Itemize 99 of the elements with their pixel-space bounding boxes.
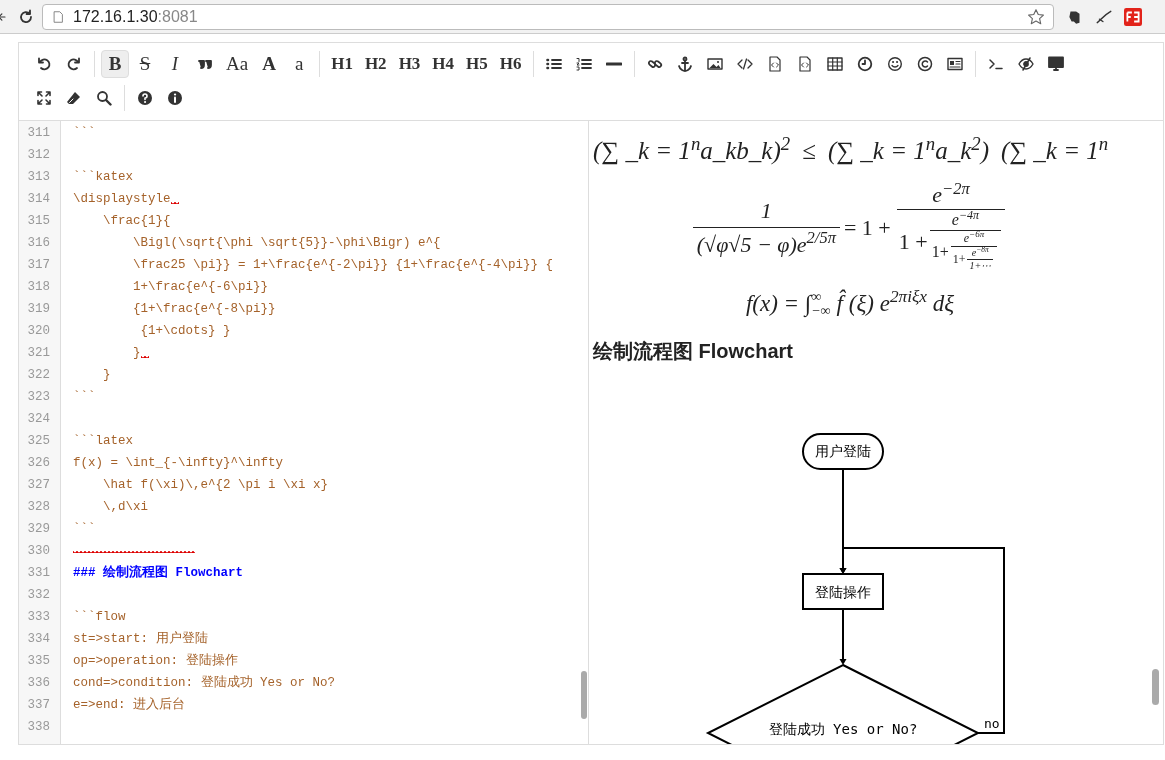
scrollbar-thumb[interactable] [581, 671, 587, 719]
line-number: 315 [26, 213, 51, 230]
scrollbar-thumb[interactable] [1152, 669, 1159, 705]
line-number: 328 [26, 499, 51, 516]
line-number: 313 [26, 169, 51, 186]
code-line: st=>start: 用户登陆 [73, 630, 208, 648]
line-number: 334 [26, 631, 51, 648]
file-code-icon [766, 56, 783, 72]
format-button[interactable]: S [131, 50, 159, 78]
code-line: ``` [73, 389, 96, 406]
heading-button[interactable]: H2 [359, 50, 392, 78]
code-line: ``` [73, 125, 96, 142]
code-line: {1+\cdots} } [139, 323, 231, 340]
line-number: 316 [26, 235, 51, 252]
code-line: 1+\frac{e^{-6\pi}} [132, 279, 269, 296]
page-icon [51, 9, 65, 24]
node-label: 登陆操作 [815, 584, 871, 600]
line-number: 335 [26, 653, 51, 670]
smile-icon [886, 56, 903, 72]
line-number: 312 [26, 147, 51, 164]
code-line: } [102, 367, 111, 384]
terminal-icon [987, 56, 1004, 72]
line-number: 329 [26, 521, 51, 538]
eraser-icon [66, 90, 82, 106]
line-number: 325 [26, 433, 51, 450]
line-number: 336 [26, 675, 51, 692]
line-number: 322 [26, 367, 51, 384]
line-number: 323 [26, 389, 51, 406]
line-number: 320 [26, 323, 51, 340]
table-icon [826, 56, 843, 72]
heading-button[interactable]: H1 [326, 50, 358, 78]
copyright-icon [916, 56, 933, 72]
redo-icon [66, 56, 82, 72]
line-number: 318 [26, 279, 51, 296]
search-icon [96, 90, 112, 106]
line-number: 321 [26, 345, 51, 362]
code-icon [736, 56, 753, 72]
url-text: 172.16.1.30:8081 [73, 6, 199, 27]
help-icon [137, 90, 153, 106]
code-line: \frac25 \pi}} = 1+\frac{e^{-2\pi}} {1+\frac{e^{-4\pi}} { [132, 257, 554, 274]
node-label: 用户登陆 [815, 443, 871, 459]
line-number: 327 [26, 477, 51, 494]
line-number: 317 [26, 257, 51, 274]
code-line: e=>end: 进入后台 [73, 696, 185, 714]
code-line: } [132, 345, 141, 362]
code-line: f(x) = \int_{-\infty}^\infty [73, 455, 284, 472]
code-line: cond=>condition: 登陆成功 Yes or No? [73, 674, 336, 692]
undo-icon [36, 56, 52, 72]
code-line: op=>operation: 登陆操作 [73, 652, 238, 670]
code-line: ```latex [73, 433, 133, 450]
code-line: \frac{1}{ [102, 213, 171, 230]
line-number: 311 [26, 125, 51, 142]
line-number: 330 [26, 543, 51, 560]
math-formula: (∑ _k = 1$^{n}$a_kb_k)$^{2}$ ≤ (∑ _k = 1$^{n}$a_k$^{2}$) (∑ _k = 1$^{n}$ [593, 131, 1110, 167]
node-label: 登陆成功 Yes or No? [768, 721, 918, 737]
heading-button[interactable]: H4 [427, 50, 460, 78]
format-button[interactable]: I [161, 50, 189, 78]
line-number: 331 [26, 565, 51, 582]
eye-slash-icon [1017, 56, 1034, 72]
preview-heading: 绘制流程图 Flowchart [593, 339, 793, 364]
code-line: ``` [73, 521, 96, 538]
line-number: 314 [26, 191, 51, 208]
clock-icon [856, 56, 873, 72]
code-line: ```katex [73, 169, 133, 186]
line-number: 324 [26, 411, 51, 428]
line-number: 333 [26, 609, 51, 626]
newspaper-icon [946, 56, 963, 72]
line-number: 338 [26, 719, 51, 736]
expand-icon [36, 90, 52, 106]
format-button[interactable]: B [101, 50, 129, 78]
list-ul-icon [545, 56, 562, 72]
code-line: \,d\xi [102, 499, 148, 516]
file-code-icon [796, 56, 813, 72]
format-button[interactable]: a [285, 50, 314, 78]
markdown-heading: ### 绘制流程图 Flowchart [73, 564, 244, 582]
code-line: ```flow [73, 609, 126, 626]
anchor-icon [676, 56, 693, 72]
list-ol-icon [575, 56, 592, 72]
image-icon [706, 56, 723, 72]
code-line: \hat f(\xi)\,e^{2 \pi i \xi x} [102, 477, 329, 494]
line-number: 319 [26, 301, 51, 318]
heading-button[interactable]: H3 [393, 50, 426, 78]
line-number: 332 [26, 587, 51, 604]
heading-button[interactable]: H5 [461, 50, 493, 78]
address-bar[interactable]: 172.16.1.30:8081 [42, 3, 1054, 30]
code-line: \displaystyle [73, 191, 171, 208]
heading-button[interactable]: H6 [494, 50, 527, 78]
edge-label: no [984, 716, 1000, 731]
line-number: 337 [26, 697, 51, 714]
format-button[interactable]: A [255, 50, 284, 78]
info-icon [167, 90, 183, 106]
line-number: 326 [26, 455, 51, 472]
star-icon[interactable] [1027, 7, 1045, 26]
extension-icon[interactable] [1124, 7, 1142, 26]
reload-icon[interactable] [18, 8, 34, 25]
desktop-icon [1047, 56, 1064, 72]
code-line: \Bigl(\sqrt{\phi \sqrt{5}}-\phi\Bigr) e^{ [132, 235, 441, 252]
format-button[interactable]: Aa [221, 50, 254, 78]
code-line: {1+\frac{e^{-8\pi}} [132, 301, 276, 318]
